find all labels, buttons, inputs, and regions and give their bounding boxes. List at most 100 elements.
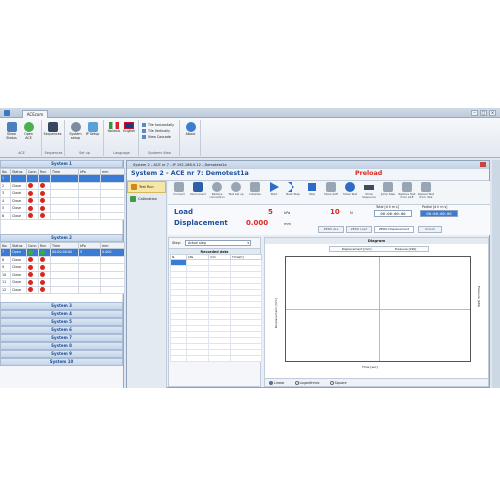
tab-calibration[interactable]: Calibration	[127, 193, 166, 205]
show-ace-button[interactable]: Show ACE	[322, 182, 340, 203]
table-row[interactable]: 11 Close	[0, 278, 125, 287]
ribbon-group-setup: System setup IP Setup Set up	[66, 120, 104, 156]
table-row[interactable]: 12 Close	[0, 285, 125, 294]
gear-icon	[70, 122, 81, 132]
open-ace-button[interactable]: Open ACE	[21, 122, 36, 140]
run-status-icon	[40, 213, 45, 219]
reload-icon	[421, 182, 431, 192]
load-unit: kPa	[284, 211, 291, 215]
table-row[interactable]: 5 Close	[0, 204, 125, 213]
system-10-header[interactable]: System 10	[0, 358, 123, 366]
system-5-header[interactable]: System 5	[0, 318, 123, 326]
close-icon[interactable]: ×	[489, 110, 496, 116]
table-row[interactable]: 2 Close	[0, 181, 125, 190]
test-icon	[345, 182, 355, 192]
table-row[interactable]: 10 Close	[0, 270, 125, 279]
ace-header: System 2 - ACE nr 7: Demotest1a Preload	[127, 169, 489, 181]
phase-status: Preload	[355, 170, 383, 177]
disconnect-button[interactable]: Disconnect	[189, 182, 207, 203]
scale-logarithmic-radio[interactable]: Logarithmic	[294, 380, 320, 385]
system-1-table: No. Status Conn. Run Time kPa mm 1 2 Clos…	[0, 168, 125, 220]
total-time-field: 00:00:00:00	[374, 210, 412, 217]
zero-load-button[interactable]: ZERO Load	[346, 226, 372, 233]
show-test-button[interactable]: Show Test	[341, 182, 359, 203]
scale-square-radio[interactable]: Square	[329, 380, 347, 385]
minimize-icon[interactable]: –	[471, 110, 478, 116]
show-status-button[interactable]: Show Status	[4, 122, 19, 140]
ace-window: System 2 - ACE nr 7 - IP 192.168.0.12 - …	[126, 160, 490, 388]
conn-status-icon	[28, 249, 33, 255]
restore-connection-button[interactable]: Restore connection	[208, 182, 226, 203]
zero-all-button[interactable]: ZERO ALL	[318, 226, 344, 233]
system-3-header[interactable]: System 3	[0, 302, 123, 310]
systems-panel: System 1 No. Status Conn. Run Time kPa m…	[0, 160, 125, 388]
unlock-button[interactable]: Unlock	[418, 226, 442, 233]
sequences-button[interactable]: Sequences	[44, 122, 62, 137]
chevron-down-icon: ▾	[247, 241, 249, 245]
tab-test-run[interactable]: Test Run	[127, 181, 166, 193]
ribbon-tab-acecom[interactable]: ACEcom	[22, 110, 48, 118]
run-status-icon	[40, 279, 45, 285]
partial-time-field: 00:00:00:00	[420, 210, 458, 217]
system-7-header[interactable]: System 7	[0, 334, 123, 342]
monitor-icon	[6, 122, 17, 132]
table-row[interactable]: 6 Close	[0, 211, 125, 220]
displacement-label: Displacement	[174, 219, 228, 227]
test-set-up-button[interactable]: Test set up	[227, 182, 245, 203]
jump-step-button[interactable]: Jump Step	[379, 182, 397, 203]
system-1-header[interactable]: System 1	[0, 160, 123, 168]
plot-area[interactable]	[285, 256, 471, 362]
table-row[interactable]: 9 Close	[0, 263, 125, 272]
show-sequence-button[interactable]: Show Sequence	[360, 182, 378, 203]
table-row[interactable]: 7 Open 00:00:00:00 5 0.000	[0, 248, 125, 257]
close-icon[interactable]	[480, 162, 486, 167]
table-row[interactable]: 1	[0, 174, 125, 183]
english-button[interactable]: English	[123, 122, 137, 134]
undo-icon	[231, 182, 241, 192]
load-value-n: 10	[330, 208, 340, 216]
displacement-value: 0.000	[246, 219, 269, 227]
reload-test-button[interactable]: Reload Test from disk	[417, 182, 435, 203]
zero-displacement-button[interactable]: ZERO Displacement	[374, 226, 414, 233]
run-status-icon	[40, 264, 45, 270]
system-2-header[interactable]: System 2	[0, 234, 123, 242]
group-label: ACE	[18, 151, 25, 155]
radio-off-icon	[329, 380, 334, 385]
run-status-icon	[40, 190, 45, 196]
next-step-button[interactable]: Next Step	[284, 182, 302, 203]
system-4-header[interactable]: System 4	[0, 310, 123, 318]
system-6-header[interactable]: System 6	[0, 326, 123, 334]
table-row[interactable]: 3 Close	[0, 189, 125, 198]
radio-off-icon	[294, 380, 299, 385]
app-window: ACEcom – □ × Show Status Open ACE ACE Se…	[0, 108, 500, 388]
calibration-icon	[130, 196, 136, 202]
table-row[interactable]: 4 Close	[0, 196, 125, 205]
y-axis-label: Displacement [mm]	[274, 298, 278, 328]
ip-setup-button[interactable]: IP Setup	[85, 122, 100, 140]
app-icon	[4, 110, 10, 116]
plot-gridline	[286, 309, 470, 310]
start-button[interactable]: Start	[265, 182, 283, 203]
ribbon-group-about: About	[181, 120, 201, 156]
diagram-panel: Diagram Displacement [mm] Pressure [kPa]…	[264, 237, 489, 387]
restore-test-button[interactable]: Restore Test from ACE	[398, 182, 416, 203]
tile-horizontal-icon	[142, 123, 146, 127]
view-cascade-button[interactable]: View Cascade	[142, 134, 177, 140]
connect-button[interactable]: Connect	[170, 182, 188, 203]
initialize-button[interactable]: Initialize	[246, 182, 264, 203]
scale-linear-radio[interactable]: Linear	[269, 380, 285, 385]
maximize-icon[interactable]: □	[480, 110, 487, 116]
conn-status-icon	[28, 264, 33, 270]
system-setup-button[interactable]: System setup	[68, 122, 83, 140]
italiano-button[interactable]: Italiano	[107, 122, 121, 134]
step-row: Step: Actual step ▾	[169, 238, 260, 248]
about-button[interactable]: About	[183, 122, 198, 137]
legend-displacement: Displacement [mm]	[341, 247, 372, 251]
system-9-header[interactable]: System 9	[0, 350, 123, 358]
table-row[interactable]: 8 Close	[0, 255, 125, 264]
step-select[interactable]: Actual step ▾	[185, 240, 251, 246]
stop-button[interactable]: Stop	[303, 182, 321, 203]
ribbon: Show Status Open ACE ACE Sequences Seque…	[0, 118, 500, 158]
system-8-header[interactable]: System 8	[0, 342, 123, 350]
conn-status-icon	[28, 287, 33, 293]
